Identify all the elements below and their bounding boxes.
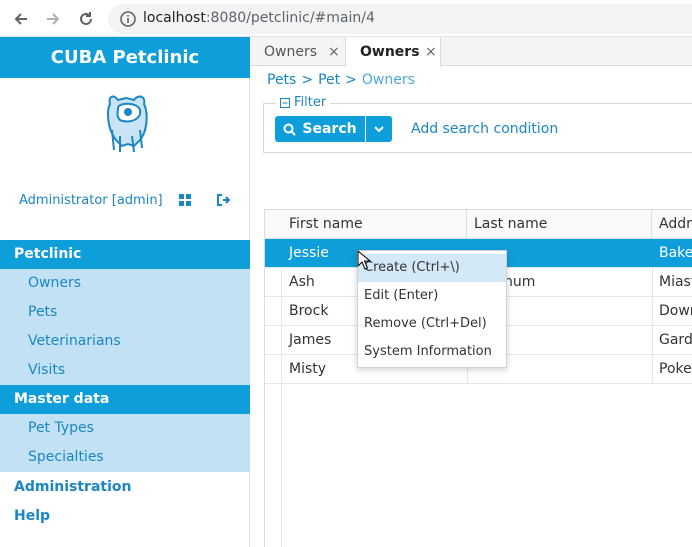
chevron-down-icon <box>374 125 384 132</box>
filter-legend[interactable]: Filter <box>276 95 331 110</box>
forward-arrow-icon <box>47 13 60 25</box>
tab-label: Owners <box>264 43 318 60</box>
logout-icon[interactable] <box>216 193 230 207</box>
context-menu-remove[interactable]: Remove (Ctrl+Del) <box>358 310 506 338</box>
menu-item-specialties[interactable]: Specialties <box>0 443 250 472</box>
app-logo-icon <box>107 95 148 153</box>
menu-item-pets[interactable]: Pets <box>0 298 250 327</box>
menu-group-petclinic[interactable]: Petclinic <box>0 240 250 269</box>
column-header-first-name[interactable]: First name <box>282 210 467 238</box>
menu-group-master-data[interactable]: Master data <box>0 385 250 414</box>
table-header: First name Last name Address <box>265 210 692 239</box>
forward-button[interactable] <box>42 8 64 30</box>
breadcrumb-separator: > <box>345 72 357 88</box>
menu-item-visits[interactable]: Visits <box>0 356 250 385</box>
filter-label: Filter <box>294 95 327 110</box>
search-icon <box>283 123 297 136</box>
tab-label: Owners <box>360 44 420 60</box>
close-icon[interactable]: × <box>425 44 437 60</box>
context-menu-create[interactable]: Create (Ctrl+\) <box>358 254 506 282</box>
menu-item-pet-types[interactable]: Pet Types <box>0 414 250 443</box>
url-host: localhost <box>143 10 206 26</box>
user-row: Administrator [admin] <box>19 190 244 210</box>
menu-item-veterinarians[interactable]: Veterinarians <box>0 327 250 356</box>
reload-icon <box>80 12 92 25</box>
info-icon[interactable] <box>119 10 137 28</box>
column-header-last-name[interactable]: Last name <box>467 210 652 238</box>
apps-grid-icon[interactable] <box>178 193 192 207</box>
search-label: Search <box>302 121 357 137</box>
search-button[interactable]: Search <box>275 116 365 142</box>
add-search-condition-link[interactable]: Add search condition <box>411 121 558 137</box>
breadcrumb-pet[interactable]: Pet <box>318 72 340 88</box>
breadcrumb-owners: Owners <box>361 72 415 88</box>
app-title: CUBA Petclinic <box>0 37 250 78</box>
context-menu-edit[interactable]: Edit (Enter) <box>358 282 506 310</box>
cell-address: Baker <box>659 245 692 261</box>
tab-bar: Owners × Owners × <box>250 37 692 67</box>
browser-toolbar: localhost:8080/petclinic/#main/4 <box>0 0 692 37</box>
search-dropdown-button[interactable] <box>366 116 392 142</box>
cell-address: Down <box>659 303 692 319</box>
cell-address: Miast <box>659 274 692 290</box>
column-header-address[interactable]: Address <box>652 210 692 238</box>
tab-owners-2[interactable]: Owners × <box>345 37 441 67</box>
sidebar: CUBA Petclinic Administrator [admin] Pet… <box>0 37 250 547</box>
menu-item-help[interactable]: Help <box>0 502 250 531</box>
menu-item-administration[interactable]: Administration <box>0 473 250 502</box>
context-menu: Create (Ctrl+\) Edit (Enter) Remove (Ctr… <box>357 250 507 368</box>
close-icon[interactable]: × <box>328 44 340 60</box>
breadcrumb: Pets > Pet > Owners <box>267 72 415 88</box>
url-text: localhost:8080/petclinic/#main/4 <box>143 10 375 26</box>
address-bar[interactable]: localhost:8080/petclinic/#main/4 <box>108 4 692 34</box>
breadcrumb-pets[interactable]: Pets <box>267 72 296 88</box>
mouse-cursor-icon <box>357 250 371 270</box>
breadcrumb-separator: > <box>301 72 314 88</box>
collapse-icon <box>280 97 290 108</box>
reload-button[interactable] <box>75 8 97 30</box>
menu-item-owners[interactable]: Owners <box>0 269 250 298</box>
context-menu-system-information[interactable]: System Information <box>358 338 506 366</box>
user-name[interactable]: Administrator [admin] <box>19 193 163 208</box>
tab-owners-1[interactable]: Owners × <box>250 37 345 66</box>
cell-address: Garde <box>659 332 692 348</box>
back-button[interactable] <box>10 8 32 30</box>
back-arrow-icon <box>14 13 27 25</box>
url-path: :8080/petclinic/#main/4 <box>205 10 375 26</box>
cell-address: Poker <box>659 361 692 377</box>
